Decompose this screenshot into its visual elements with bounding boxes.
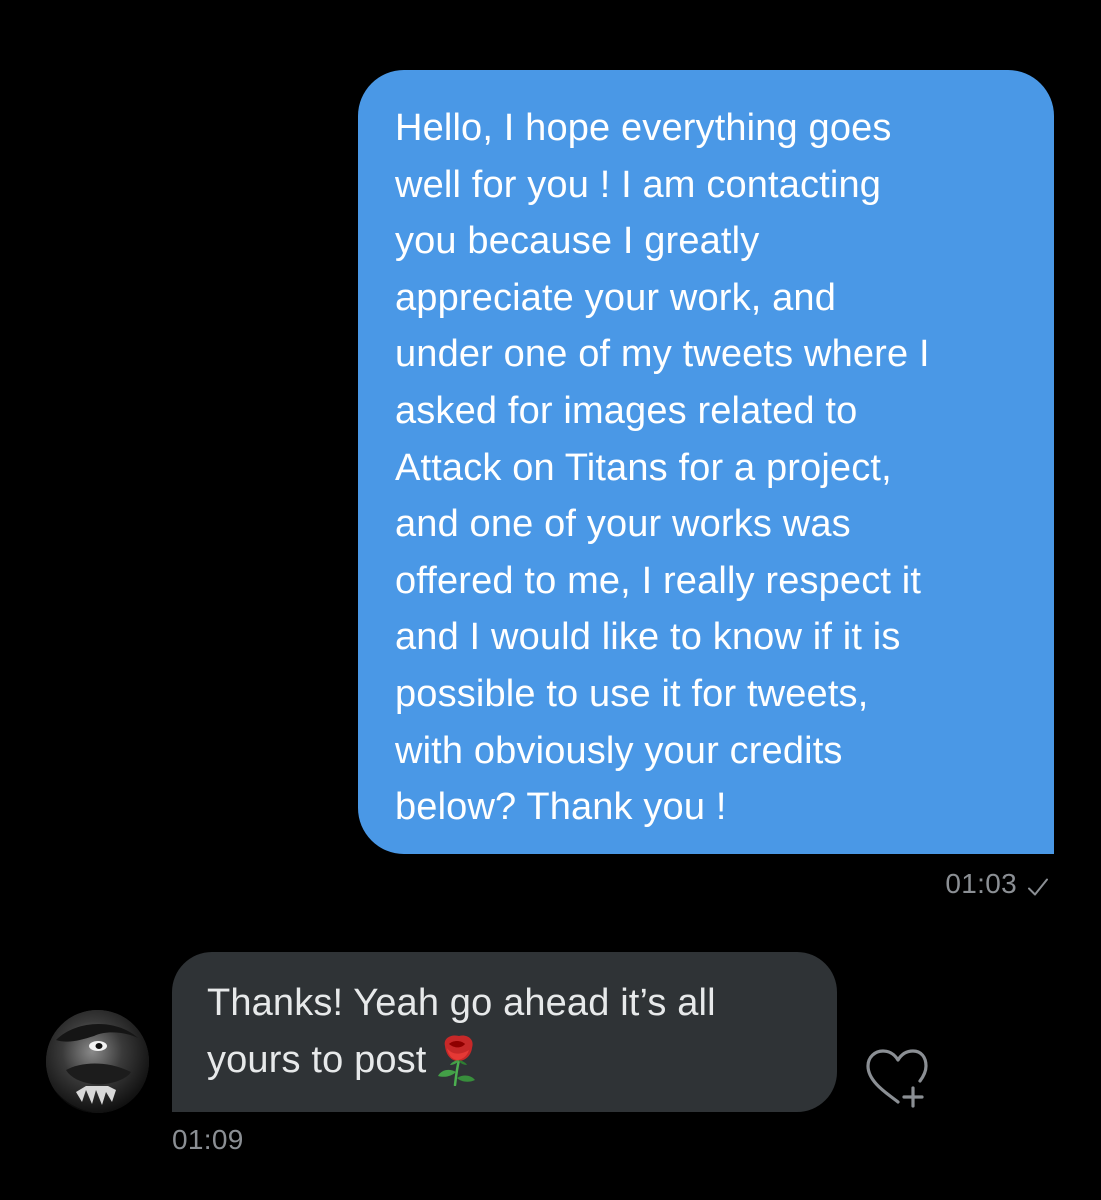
add-reaction-heart-icon [866,1049,928,1108]
message-line: under one of my tweets where I [395,333,930,376]
add-reaction-button[interactable] [860,1044,936,1110]
sent-timestamp: 01:03 [945,868,1017,899]
avatar[interactable] [46,1010,149,1113]
received-timestamp: 01:09 [172,1124,244,1155]
message-line: appreciate your work, and [395,276,836,319]
message-line: you because I greatly [395,220,760,263]
message-line: well for you ! I am contacting [395,163,882,206]
sent-check-icon [1027,873,1049,896]
message-line: yours to post [207,1032,807,1089]
message-line: asked for images related to [395,389,858,432]
dm-conversation: Hello, I hope everything goes well for y… [0,0,1101,1200]
sent-message-bubble[interactable]: Hello, I hope everything goes well for y… [358,70,1054,854]
rose-emoji [429,1034,485,1087]
message-line: Hello, I hope everything goes [395,107,892,149]
message-line-text: yours to post [207,1039,427,1081]
message-line: offered to me, I really respect it [395,559,922,602]
message-line: and I would like to know if it is [395,616,901,659]
message-line: with obviously your credits [395,729,843,772]
message-line: below? Thank you ! [395,786,727,829]
message-line: and one of your works was [395,503,851,546]
message-line: possible to use it for tweets, [395,672,869,715]
message-line: Attack on Titans for a project, [395,446,892,489]
sent-message-meta: 01:03 [945,866,1049,902]
message-line: Thanks! Yeah go ahead it’s all [207,982,716,1024]
received-message-bubble[interactable]: Thanks! Yeah go ahead it’s all yours to … [172,952,837,1112]
